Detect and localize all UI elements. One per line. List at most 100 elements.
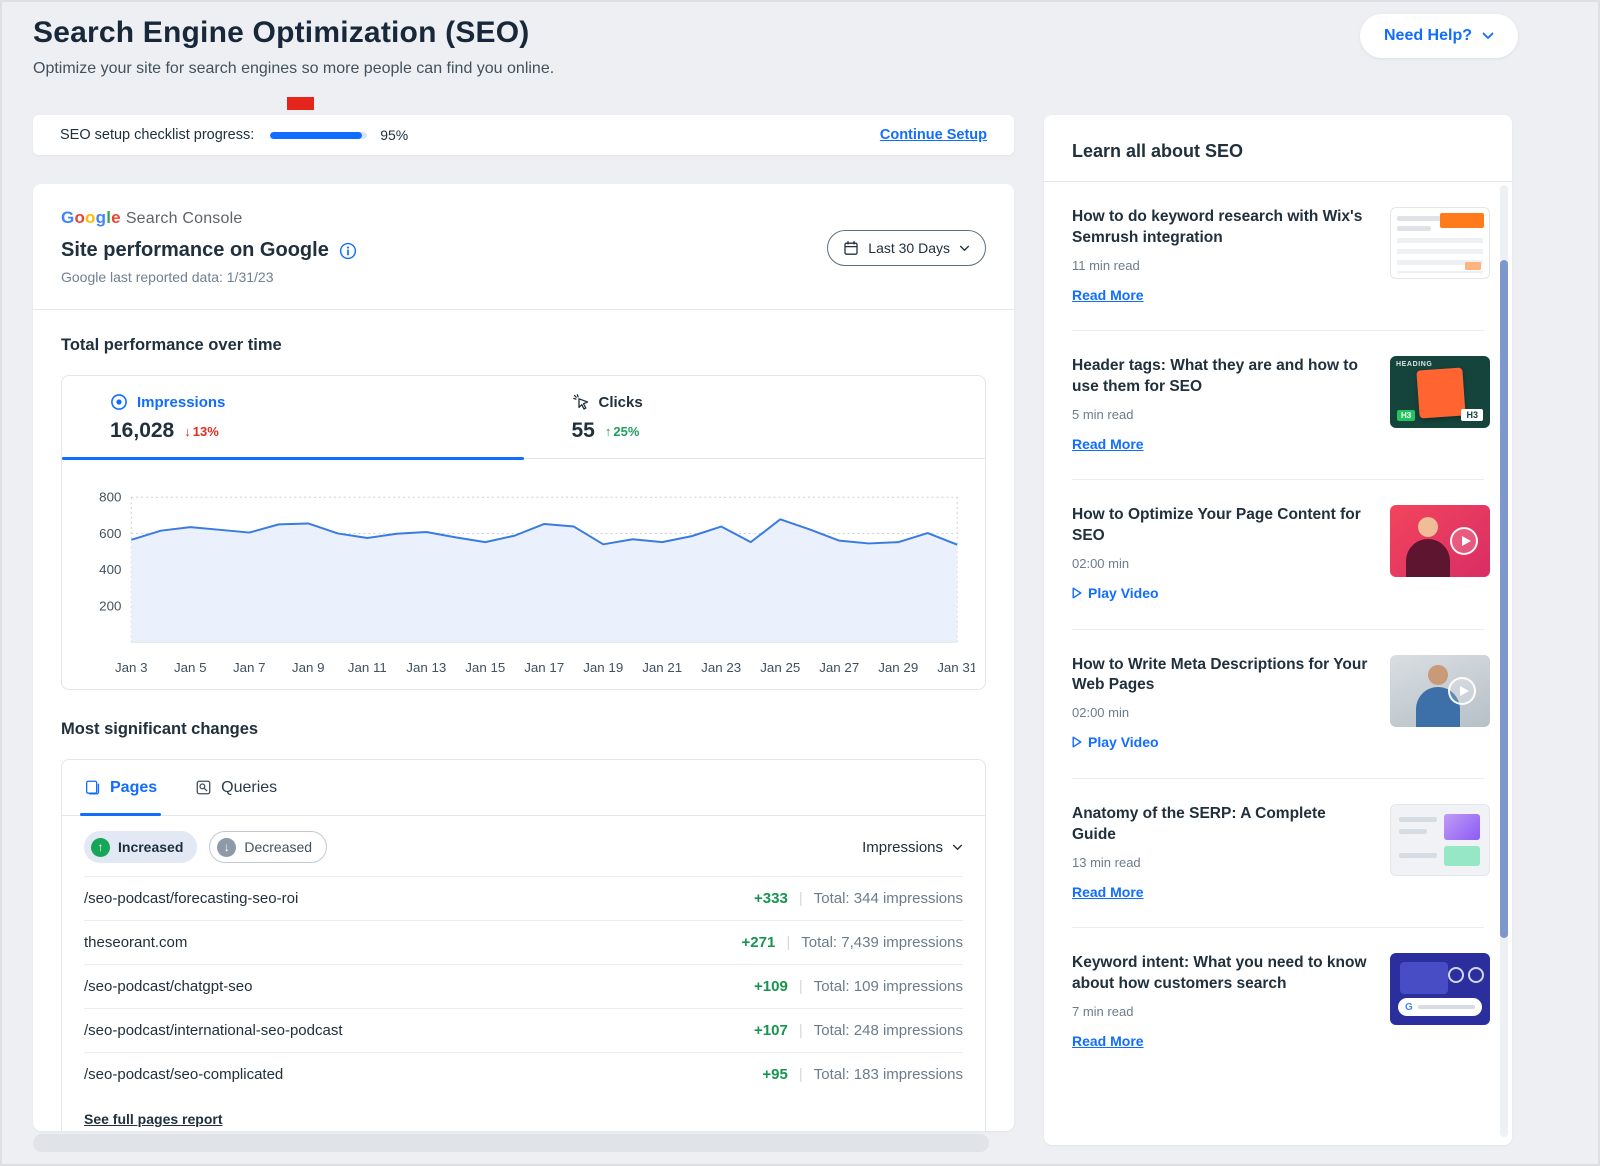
play-button-icon xyxy=(1450,527,1478,555)
filter-increased[interactable]: ↑ Increased xyxy=(84,831,197,863)
google-g-icon: G xyxy=(1405,1002,1413,1013)
page-url: /seo-podcast/chatgpt-seo xyxy=(84,978,754,995)
console-title: Site performance on Google xyxy=(61,239,329,262)
last-reported-text: Google last reported data: 1/31/23 xyxy=(61,269,986,285)
article-thumbnail[interactable] xyxy=(1390,207,1490,279)
tab-queries[interactable]: Queries xyxy=(195,760,277,815)
checklist-progress-card: SEO setup checklist progress: 95% Contin… xyxy=(33,115,1014,155)
filter-decreased-label: Decreased xyxy=(244,839,312,855)
article-title: How to do keyword research with Wix's Se… xyxy=(1072,207,1372,249)
article-thumbnail[interactable]: HEADING H3 H3 xyxy=(1390,356,1490,428)
article-meta: 13 min read xyxy=(1072,855,1372,870)
thumbnail-art xyxy=(1399,853,1437,858)
checklist-progress-fill xyxy=(270,132,362,139)
change-value: +95 xyxy=(762,1066,787,1083)
table-row: /seo-podcast/chatgpt-seo +109 | Total: 1… xyxy=(84,964,963,1008)
chart-plot-area: 800600400200Jan 3Jan 5Jan 7Jan 9Jan 11Ja… xyxy=(62,459,985,689)
performance-section-title: Total performance over time xyxy=(61,336,986,355)
decrease-icon: ↓ xyxy=(217,838,236,857)
queries-icon xyxy=(195,779,212,796)
read-more-link[interactable]: Read More xyxy=(1072,884,1144,900)
clicks-metric-tab[interactable]: Clicks 55 ↑25% xyxy=(524,376,986,458)
total-impressions: Total: 183 impressions xyxy=(814,1066,963,1083)
see-full-pages-report-link[interactable]: See full pages report xyxy=(84,1111,222,1127)
next-section-peek xyxy=(33,1134,989,1152)
sort-dropdown[interactable]: Impressions xyxy=(862,839,963,856)
thumbnail-art xyxy=(1418,1005,1475,1009)
pages-change-list: /seo-podcast/forecasting-seo-roi +333 | … xyxy=(62,876,985,1096)
svg-text:800: 800 xyxy=(99,490,121,505)
thumbnail-art xyxy=(1448,967,1464,983)
thumbnail-art xyxy=(1468,967,1484,983)
video-title: How to Optimize Your Page Content for SE… xyxy=(1072,505,1372,547)
video-meta: 02:00 min xyxy=(1072,556,1372,571)
tab-pages[interactable]: Pages xyxy=(84,760,157,815)
thumbnail-art xyxy=(1399,829,1427,834)
learn-article-item: Keyword intent: What you need to know ab… xyxy=(1044,928,1512,1076)
divider: | xyxy=(799,1022,803,1039)
need-help-button[interactable]: Need Help? xyxy=(1360,14,1518,58)
continue-setup-link[interactable]: Continue Setup xyxy=(880,127,987,143)
divider: | xyxy=(799,890,803,907)
thumbnail-art xyxy=(1397,226,1431,231)
learn-article-item: How to do keyword research with Wix's Se… xyxy=(1044,182,1512,330)
divider: | xyxy=(799,1066,803,1083)
article-title: Anatomy of the SERP: A Complete Guide xyxy=(1072,804,1372,846)
info-icon[interactable] xyxy=(339,242,357,260)
filter-decreased[interactable]: ↓ Decreased xyxy=(209,831,327,863)
scrollbar[interactable] xyxy=(1500,185,1508,1137)
recording-marker xyxy=(287,97,314,110)
thumbnail-art xyxy=(1416,367,1465,418)
change-value: +107 xyxy=(754,1022,788,1039)
svg-text:Jan 13: Jan 13 xyxy=(406,660,446,675)
page-url: theseorant.com xyxy=(84,934,742,951)
learn-video-item: How to Write Meta Descriptions for Your … xyxy=(1044,630,1512,779)
read-more-link[interactable]: Read More xyxy=(1072,1033,1144,1049)
pages-icon xyxy=(84,779,101,796)
play-button-icon xyxy=(1448,677,1476,705)
total-impressions: Total: 109 impressions xyxy=(814,978,963,995)
thumbnail-art xyxy=(1406,539,1450,577)
checklist-progress-bar xyxy=(270,132,367,139)
video-thumbnail[interactable] xyxy=(1390,505,1490,577)
metric-tabs: Impressions 16,028 ↓13% Clicks 55 ↑25% xyxy=(62,376,985,459)
seo-dashboard-page: Search Engine Optimization (SEO) Optimiz… xyxy=(0,0,1600,1166)
article-thumbnail[interactable]: G xyxy=(1390,953,1490,1025)
total-impressions: Total: 248 impressions xyxy=(814,1022,963,1039)
thumbnail-art xyxy=(1465,262,1481,270)
thumbnail-art: H3 xyxy=(1397,410,1415,421)
performance-chart: 800600400200Jan 3Jan 5Jan 7Jan 9Jan 11Ja… xyxy=(74,473,975,685)
page-url: /seo-podcast/international-seo-podcast xyxy=(84,1022,754,1039)
sort-dropdown-label: Impressions xyxy=(862,839,943,856)
read-more-link[interactable]: Read More xyxy=(1072,436,1144,452)
svg-text:Jan 23: Jan 23 xyxy=(701,660,741,675)
change-value: +109 xyxy=(754,978,788,995)
article-meta: 5 min read xyxy=(1072,407,1372,422)
svg-text:400: 400 xyxy=(99,562,121,577)
impressions-metric-tab[interactable]: Impressions 16,028 ↓13% xyxy=(62,376,524,458)
svg-text:Jan 9: Jan 9 xyxy=(292,660,325,675)
svg-text:Jan 25: Jan 25 xyxy=(760,660,800,675)
performance-chart-card: Impressions 16,028 ↓13% Clicks 55 ↑25% xyxy=(61,375,986,690)
thumbnail-art: G xyxy=(1398,998,1482,1016)
thumbnail-art: HEADING xyxy=(1396,361,1432,368)
tab-pages-label: Pages xyxy=(110,779,157,797)
article-meta: 7 min read xyxy=(1072,1004,1372,1019)
play-icon xyxy=(1072,587,1082,599)
play-video-link[interactable]: Play Video xyxy=(1072,585,1159,601)
thumbnail-art xyxy=(1440,213,1484,228)
table-row: theseorant.com +271 | Total: 7,439 impre… xyxy=(84,920,963,964)
scrollbar-thumb[interactable] xyxy=(1500,260,1508,938)
video-thumbnail[interactable] xyxy=(1390,655,1490,727)
read-more-link[interactable]: Read More xyxy=(1072,287,1144,303)
play-video-link[interactable]: Play Video xyxy=(1072,734,1159,750)
divider xyxy=(33,309,1014,310)
thumbnail-art: H3 xyxy=(1461,409,1483,421)
thumbnail-art xyxy=(1428,665,1448,685)
filter-increased-label: Increased xyxy=(118,839,183,855)
svg-text:Jan 17: Jan 17 xyxy=(524,660,564,675)
checklist-label: SEO setup checklist progress: xyxy=(60,127,254,143)
date-range-button[interactable]: Last 30 Days xyxy=(827,230,986,266)
article-thumbnail[interactable] xyxy=(1390,804,1490,876)
arrow-down-icon: ↓ xyxy=(184,424,191,439)
